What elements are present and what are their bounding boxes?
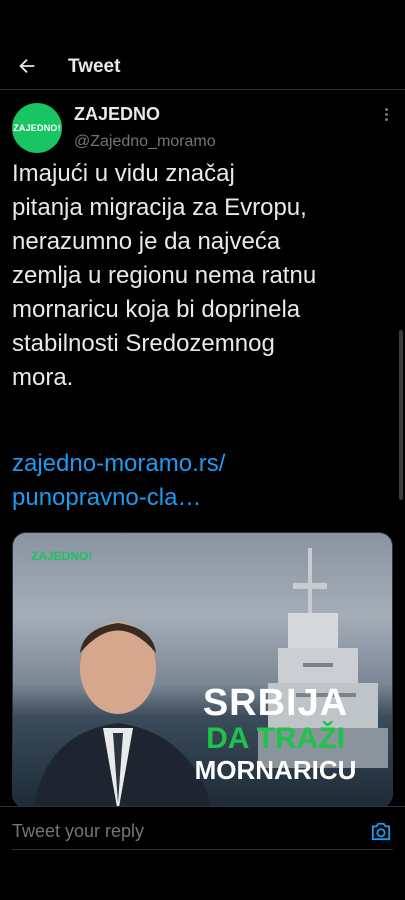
promo-text: SRBIJA DA TRAŽI MORNARICU (163, 683, 388, 785)
tweet-text: Imajući u vidu značaj pitanja migracija … (12, 160, 317, 391)
promo-line-2: DA TRAŽI (206, 722, 345, 755)
scrollbar[interactable] (399, 330, 403, 500)
media-logo: ZAJEDNO! (31, 549, 93, 563)
page-title: Tweet (68, 56, 121, 77)
tweet-image[interactable]: ZAJEDNO! SRBIJA DA TRAŽI MORNARICU (12, 532, 393, 808)
reply-underline (12, 849, 393, 850)
avatar[interactable]: ZAJEDNO! (12, 103, 62, 153)
author-name[interactable]: ZAJEDNO (74, 104, 160, 125)
back-arrow-icon[interactable] (16, 55, 38, 77)
reply-bar (0, 806, 405, 856)
promo-line-3: MORNARICU (194, 755, 357, 785)
reply-input[interactable] (12, 821, 332, 842)
tweet-link[interactable]: zajedno-moramo.rs/ punopravno-cla… (12, 447, 397, 515)
author-handle[interactable]: @Zajedno_moramo (74, 133, 216, 151)
avatar-text: ZAJEDNO! (13, 123, 61, 133)
camera-icon[interactable] (370, 821, 392, 841)
top-bar: Tweet (0, 44, 405, 90)
more-options-icon[interactable] (379, 108, 393, 126)
promo-line-1: SRBIJA (202, 682, 349, 724)
